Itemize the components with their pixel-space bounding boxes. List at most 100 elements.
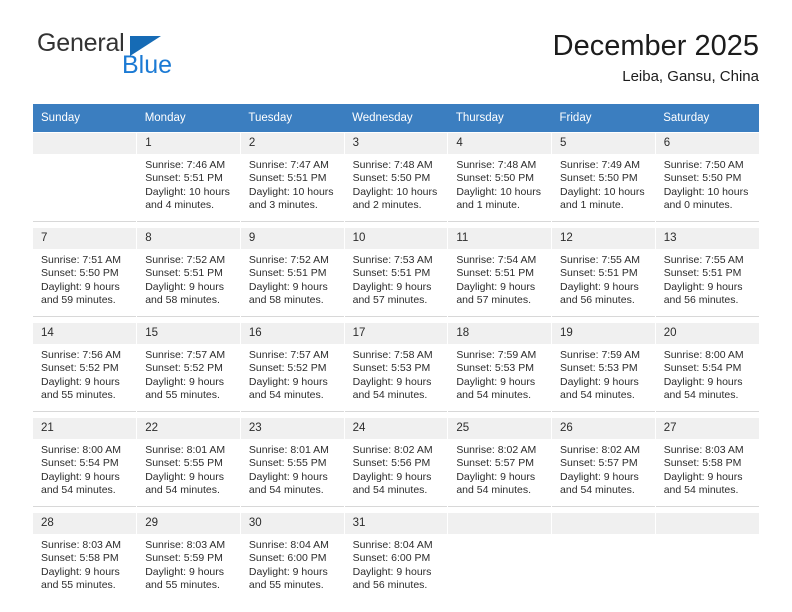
calendar-day-cell[interactable]: 25 Sunrise: 8:02 AM Sunset: 5:57 PM Dayligh…	[447, 417, 553, 507]
calendar-grid: Sunday Monday Tuesday Wednesday Thursday Frid…	[33, 104, 759, 601]
daylight-text-line2: and 54 minutes.	[248, 389, 324, 402]
daylight-text-line1: Daylight: 9 hours	[560, 470, 639, 483]
day-number: 28	[33, 513, 137, 534]
sunset-text: Sunset: 5:53 PM	[352, 362, 431, 375]
logo-word-blue: Blue	[122, 51, 173, 79]
day-number: 7	[33, 228, 137, 249]
day-number: 15	[137, 323, 240, 344]
calendar-day-cell[interactable]: 11 Sunrise: 7:54 AM Sunset: 5:51 PM Dayligh…	[447, 227, 553, 317]
sunset-text: Sunset: 5:51 PM	[145, 172, 223, 185]
calendar-day-cell[interactable]: 6 Sunrise: 7:50 AM Sunset: 5:50 PM Daylight…	[655, 132, 759, 222]
calendar-day-cell[interactable]: 14 Sunrise: 7:56 AM Sunset: 5:52 PM Dayligh…	[33, 322, 138, 412]
calendar-day-cell[interactable]: 18 Sunrise: 7:59 AM Sunset: 5:53 PM Dayligh…	[447, 322, 553, 412]
sunset-text: Sunset: 5:56 PM	[352, 457, 431, 470]
sunset-text: Sunset: 5:50 PM	[456, 172, 534, 185]
sunrise-text: Sunrise: 7:48 AM	[456, 159, 537, 171]
calendar-day-cell[interactable]: 24 Sunrise: 8:02 AM Sunset: 5:56 PM Dayligh…	[344, 417, 449, 507]
daylight-text-line1: Daylight: 9 hours	[41, 280, 120, 293]
calendar-day-cell[interactable]: 29 Sunrise: 8:03 AM Sunset: 5:59 PM Dayligh…	[136, 512, 241, 601]
sunset-text: Sunset: 5:57 PM	[456, 457, 534, 470]
calendar-day-cell[interactable]: 21 Sunrise: 8:00 AM Sunset: 5:54 PM Dayligh…	[33, 417, 138, 507]
calendar-day-cell[interactable]: 23 Sunrise: 8:01 AM Sunset: 5:55 PM Dayligh…	[240, 417, 345, 507]
daylight-text-line2: and 56 minutes.	[663, 294, 739, 307]
daylight-text-line1: Daylight: 9 hours	[248, 565, 328, 578]
calendar-day-cell[interactable]: 1 Sunrise: 7:46 AM Sunset: 5:51 PM Daylight…	[136, 132, 241, 222]
calendar-day-cell[interactable]: 9 Sunrise: 7:52 AM Sunset: 5:51 PM Daylight…	[240, 227, 345, 317]
daylight-text-line1: Daylight: 9 hours	[145, 470, 224, 483]
calendar-day-cell[interactable]: 20 Sunrise: 8:00 AM Sunset: 5:54 PM Dayligh…	[655, 322, 759, 412]
day-details: Sunrise: 7:51 AM Sunset: 5:50 PM Daylight:…	[33, 249, 136, 308]
day-details: Sunrise: 7:58 AM Sunset: 5:53 PM Daylight:…	[345, 344, 448, 403]
daylight-text-line1: Daylight: 10 hours	[560, 185, 645, 198]
daylight-text-line2: and 54 minutes.	[663, 484, 739, 497]
daylight-text-line1: Daylight: 9 hours	[352, 470, 432, 483]
calendar-day-cell[interactable]: 12 Sunrise: 7:55 AM Sunset: 5:51 PM Dayligh…	[551, 227, 656, 317]
day-details: Sunrise: 8:02 AM Sunset: 5:57 PM Daylight:…	[552, 439, 655, 498]
sunrise-text: Sunrise: 7:51 AM	[41, 254, 121, 266]
sunset-text: Sunset: 5:51 PM	[352, 267, 431, 280]
calendar-day-cell[interactable]: 28 Sunrise: 8:03 AM Sunset: 5:58 PM Dayligh…	[33, 512, 138, 601]
sunset-text: Sunset: 5:50 PM	[663, 172, 742, 185]
sunset-text: Sunset: 6:00 PM	[248, 552, 327, 565]
calendar-day-cell[interactable]: 5 Sunrise: 7:49 AM Sunset: 5:50 PM Daylight…	[551, 132, 656, 222]
calendar-day-cell[interactable]: 4 Sunrise: 7:48 AM Sunset: 5:50 PM Daylight…	[447, 132, 553, 222]
day-number: 23	[240, 418, 344, 439]
calendar-day-cell[interactable]: 3 Sunrise: 7:48 AM Sunset: 5:50 PM Daylight…	[344, 132, 449, 222]
day-number: 19	[552, 323, 655, 344]
sunset-text: Sunset: 5:50 PM	[352, 172, 431, 185]
daylight-text-line2: and 58 minutes.	[248, 294, 324, 307]
calendar-day-cell[interactable]: 15 Sunrise: 7:57 AM Sunset: 5:52 PM Dayligh…	[136, 322, 241, 412]
daylight-text-line2: and 57 minutes.	[352, 294, 428, 307]
daylight-text-line1: Daylight: 10 hours	[145, 185, 230, 198]
day-number: 16	[240, 323, 344, 344]
calendar-day-cell[interactable]: 8 Sunrise: 7:52 AM Sunset: 5:51 PM Daylight…	[136, 227, 241, 317]
day-details: Sunrise: 7:48 AM Sunset: 5:50 PM Daylight:…	[448, 154, 551, 213]
sunrise-text: Sunrise: 8:03 AM	[663, 444, 744, 456]
calendar-day-cell[interactable]: 26 Sunrise: 8:02 AM Sunset: 5:57 PM Dayligh…	[551, 417, 656, 507]
day-number: 18	[448, 323, 552, 344]
day-number: 26	[552, 418, 655, 439]
calendar-day-cell[interactable]: 19 Sunrise: 7:59 AM Sunset: 5:53 PM Dayligh…	[551, 322, 656, 412]
sunrise-text: Sunrise: 8:04 AM	[248, 539, 329, 551]
sunrise-text: Sunrise: 7:56 AM	[41, 349, 121, 361]
daylight-text-line1: Daylight: 9 hours	[663, 470, 743, 483]
daylight-text-line1: Daylight: 9 hours	[41, 565, 120, 578]
day-details: Sunrise: 8:01 AM Sunset: 5:55 PM Daylight:…	[241, 439, 344, 498]
calendar-day-cell[interactable]: 13 Sunrise: 7:55 AM Sunset: 5:51 PM Dayligh…	[655, 227, 759, 317]
calendar-week-row: 21 Sunrise: 8:00 AM Sunset: 5:54 PM Dayligh…	[33, 417, 759, 507]
day-number: 11	[448, 228, 552, 249]
calendar-day-cell[interactable]: 31 Sunrise: 8:04 AM Sunset: 6:00 PM Dayligh…	[344, 512, 449, 601]
daylight-text-line2: and 59 minutes.	[41, 294, 116, 307]
general-blue-logo[interactable]: General Blue	[33, 30, 333, 78]
calendar-day-cell-empty	[447, 512, 553, 601]
daylight-text-line2: and 56 minutes.	[352, 579, 428, 592]
calendar-day-cell-empty	[551, 512, 656, 601]
calendar-day-cell[interactable]: 7 Sunrise: 7:51 AM Sunset: 5:50 PM Daylight…	[33, 227, 138, 317]
sunset-text: Sunset: 5:52 PM	[248, 362, 327, 375]
calendar-day-cell[interactable]: 10 Sunrise: 7:53 AM Sunset: 5:51 PM Dayligh…	[344, 227, 449, 317]
day-details: Sunrise: 8:03 AM Sunset: 5:58 PM Daylight:…	[656, 439, 759, 498]
calendar-day-cell[interactable]: 27 Sunrise: 8:03 AM Sunset: 5:58 PM Dayligh…	[655, 417, 759, 507]
calendar-day-cell[interactable]: 2 Sunrise: 7:47 AM Sunset: 5:51 PM Daylight…	[240, 132, 345, 222]
sunrise-text: Sunrise: 7:58 AM	[352, 349, 433, 361]
sunset-text: Sunset: 5:51 PM	[663, 267, 742, 280]
daylight-text-line2: and 55 minutes.	[41, 389, 116, 402]
sunset-text: Sunset: 5:54 PM	[41, 457, 119, 470]
day-number: 6	[655, 133, 759, 154]
sunrise-text: Sunrise: 7:52 AM	[145, 254, 226, 266]
calendar-day-cell[interactable]: 30 Sunrise: 8:04 AM Sunset: 6:00 PM Dayligh…	[240, 512, 345, 601]
calendar-day-cell[interactable]: 16 Sunrise: 7:57 AM Sunset: 5:52 PM Dayligh…	[240, 322, 345, 412]
sunset-text: Sunset: 5:50 PM	[41, 267, 119, 280]
daylight-text-line1: Daylight: 10 hours	[352, 185, 438, 198]
sunrise-text: Sunrise: 7:47 AM	[248, 159, 329, 171]
day-number: 24	[344, 418, 448, 439]
sunrise-text: Sunrise: 7:55 AM	[560, 254, 640, 266]
sunrise-text: Sunrise: 7:59 AM	[456, 349, 537, 361]
calendar-week-row: 1 Sunrise: 7:46 AM Sunset: 5:51 PM Daylight…	[33, 132, 759, 222]
sunrise-text: Sunrise: 7:50 AM	[663, 159, 744, 171]
calendar-day-cell[interactable]: 17 Sunrise: 7:58 AM Sunset: 5:53 PM Dayligh…	[344, 322, 449, 412]
calendar-day-cell[interactable]: 22 Sunrise: 8:01 AM Sunset: 5:55 PM Dayligh…	[136, 417, 241, 507]
day-details: Sunrise: 7:52 AM Sunset: 5:51 PM Daylight:…	[137, 249, 240, 308]
day-number: 29	[137, 513, 240, 534]
day-number: 8	[137, 228, 240, 249]
